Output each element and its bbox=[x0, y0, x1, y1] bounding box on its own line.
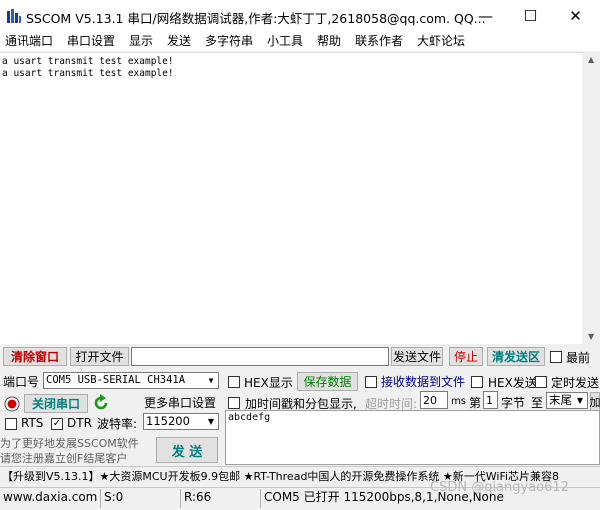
end-position-select[interactable]: 末尾 ▼ bbox=[546, 392, 588, 409]
close-button[interactable]: ✕ bbox=[553, 0, 598, 31]
menu-comm-port[interactable]: 通讯端口 bbox=[5, 32, 53, 49]
dtr-checkbox[interactable]: ✓ bbox=[51, 418, 63, 430]
nth-byte-input[interactable]: 1 bbox=[483, 391, 498, 409]
port-select-value: COM5 USB-SERIAL CH341A bbox=[46, 374, 186, 386]
recv-to-file-checkbox[interactable] bbox=[365, 376, 377, 388]
open-file-button[interactable]: 打开文件 bbox=[70, 347, 129, 366]
clear-send-area-button[interactable]: 清发送区 bbox=[487, 347, 545, 366]
menu-display[interactable]: 显示 bbox=[129, 32, 153, 49]
receive-textarea[interactable]: a usart transmit test example! a usart t… bbox=[0, 52, 583, 344]
csdn-watermark: CSDN @qiangyao612 bbox=[430, 480, 569, 495]
to-label: 至 bbox=[531, 396, 544, 410]
menu-send[interactable]: 发送 bbox=[167, 32, 191, 49]
minimize-button[interactable]: — bbox=[463, 0, 508, 31]
status-sent-count: S:0 bbox=[100, 489, 178, 508]
baud-rate-select[interactable]: 115200 ▼ bbox=[143, 413, 219, 430]
hex-send-checkbox[interactable] bbox=[471, 376, 483, 388]
rts-checkbox[interactable] bbox=[5, 418, 17, 430]
timed-send-label: 定时发送 bbox=[551, 376, 600, 390]
topmost-checkbox[interactable] bbox=[550, 351, 562, 363]
hex-display-label: HEX显示 bbox=[244, 376, 293, 390]
hex-send-label: HEX发送 bbox=[488, 376, 537, 390]
nth-label: 第 bbox=[469, 396, 482, 410]
chevron-down-icon: ▼ bbox=[207, 417, 215, 426]
status-site[interactable]: www.daxia.com bbox=[0, 489, 98, 508]
timeout-unit: ms bbox=[451, 396, 466, 407]
sscom-app-icon bbox=[7, 9, 21, 23]
menu-serial-settings[interactable]: 串口设置 bbox=[67, 32, 115, 49]
save-data-button[interactable]: 保存数据 bbox=[297, 372, 358, 391]
recv-to-file-label: 接收数据到文件 bbox=[381, 375, 466, 389]
receive-line: a usart transmit test example! bbox=[2, 56, 174, 67]
receive-scrollbar[interactable]: ▲ ▼ bbox=[583, 52, 600, 344]
add-checksum-button[interactable]: 加 bbox=[590, 392, 600, 411]
timed-send-checkbox[interactable] bbox=[535, 376, 547, 388]
refresh-icon[interactable] bbox=[92, 394, 110, 412]
send-button[interactable]: 发 送 bbox=[156, 437, 218, 463]
promo-line-2: 请您注册嘉立创F结尾客户 bbox=[0, 452, 128, 465]
chevron-down-icon: ▼ bbox=[576, 396, 584, 405]
menu-multi-string[interactable]: 多字符串 bbox=[205, 32, 253, 49]
hex-display-checkbox[interactable] bbox=[228, 376, 240, 388]
rts-label: RTS bbox=[21, 416, 44, 430]
status-received-count: R:66 bbox=[180, 489, 258, 508]
receive-line: a usart transmit test example! bbox=[2, 68, 174, 79]
end-position-value: 末尾 bbox=[549, 393, 572, 407]
timestamp-checkbox[interactable] bbox=[228, 397, 240, 409]
clear-window-button[interactable]: 清除窗口 bbox=[3, 347, 67, 366]
chevron-down-icon: ▼ bbox=[208, 376, 214, 385]
timeout-input[interactable]: 20 bbox=[420, 391, 448, 409]
send-file-button[interactable]: 发送文件 bbox=[391, 347, 443, 366]
menu-help[interactable]: 帮助 bbox=[317, 32, 341, 49]
byte-label: 字节 bbox=[501, 396, 526, 410]
more-serial-settings-link[interactable]: 更多串口设置 bbox=[144, 394, 216, 411]
scroll-down-arrow-icon[interactable]: ▼ bbox=[588, 332, 594, 341]
record-icon bbox=[4, 396, 20, 412]
topmost-label: 最前 bbox=[566, 351, 591, 365]
menu-forum[interactable]: 大虾论坛 bbox=[417, 32, 465, 49]
stop-button[interactable]: 停止 bbox=[449, 347, 483, 366]
send-textarea[interactable]: abcdefg bbox=[225, 410, 600, 465]
close-port-button[interactable]: 关闭串口 bbox=[24, 394, 88, 413]
scroll-up-arrow-icon[interactable]: ▲ bbox=[588, 55, 594, 64]
send-text: abcdefg bbox=[228, 412, 271, 423]
window-title: SSCOM V5.13.1 串口/网络数据调试器,作者:大虾丁丁,2618058… bbox=[26, 11, 486, 26]
maximize-button[interactable]: ☐ bbox=[508, 0, 553, 31]
menu-tools[interactable]: 小工具 bbox=[267, 32, 303, 49]
baud-rate-value: 115200 bbox=[146, 414, 190, 428]
promo-line-1: 为了更好地发展SSCOM软件 bbox=[0, 437, 139, 450]
baud-rate-label: 波特率: bbox=[97, 417, 138, 431]
dtr-label: DTR bbox=[67, 416, 92, 430]
port-select[interactable]: COM5 USB-SERIAL CH341A ▼ bbox=[43, 372, 219, 389]
menu-contact-author[interactable]: 联系作者 bbox=[355, 32, 403, 49]
port-label: 端口号 bbox=[3, 375, 40, 389]
file-path-input[interactable] bbox=[131, 347, 389, 366]
